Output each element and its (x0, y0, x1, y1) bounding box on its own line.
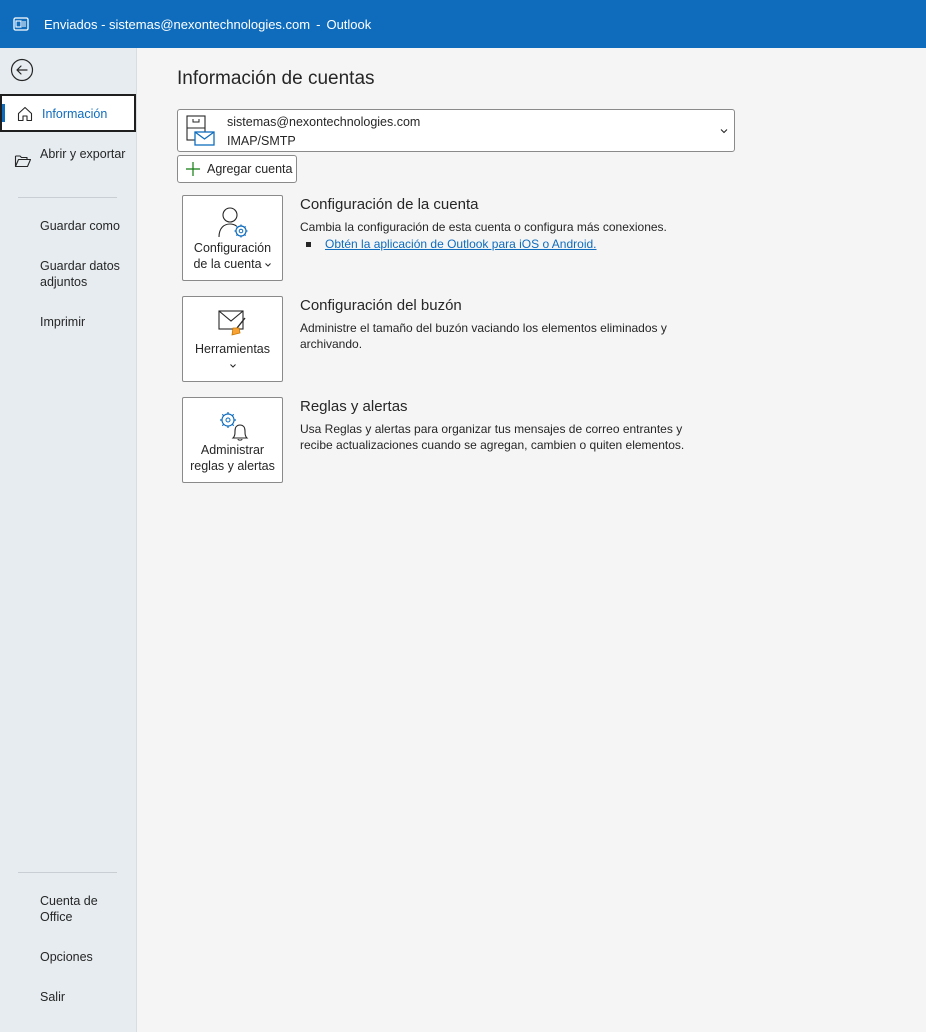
rules-alerts-icon (220, 412, 249, 441)
outlook-icon (13, 16, 29, 32)
tile-label: Herramientas (183, 341, 282, 373)
section-description: Cambia la configuración de esta cuenta o… (300, 220, 667, 234)
sidebar-item-label: Abrir y exportar (40, 147, 126, 161)
sidebar-item-salir[interactable]: Salir (0, 989, 136, 1005)
user-settings-icon (218, 207, 248, 238)
window-title: Enviados - sistemas@nexontechnologies.co… (44, 17, 371, 32)
section-title: Configuración del buzón (300, 297, 462, 314)
account-settings-button[interactable]: Configuración de la cuenta (182, 195, 283, 281)
sidebar-divider (18, 872, 117, 873)
home-icon (17, 106, 33, 122)
sidebar-item-cuenta-office[interactable]: Cuenta de Office (0, 893, 136, 925)
sidebar-item-opciones[interactable]: Opciones (0, 949, 136, 965)
back-button[interactable] (10, 58, 34, 82)
sidebar-item-imprimir[interactable]: Imprimir (0, 314, 136, 330)
account-type: IMAP/SMTP (227, 134, 296, 148)
tile-label-line1: Administrar (200, 443, 265, 457)
sidebar-item-abrir-exportar[interactable]: Abrir y exportar (0, 146, 136, 180)
sidebar-item-label: Guardar como (40, 219, 120, 233)
tile-label-line1: Herramientas (194, 342, 271, 356)
section-bullet: Obtén la aplicación de Outlook para iOS … (306, 237, 597, 251)
tile-label-line2: reglas y alertas (190, 459, 275, 473)
window-app-name: Outlook (326, 16, 372, 32)
main-content: Información de cuentas sistemas@nexontec… (137, 48, 926, 1032)
page-title: Información de cuentas (177, 68, 375, 89)
sidebar-item-guardar-como[interactable]: Guardar como (0, 218, 136, 234)
window-title-text: Enviados - sistemas@nexontechnologies.co… (44, 16, 311, 32)
title-bar: Enviados - sistemas@nexontechnologies.co… (0, 0, 926, 48)
tile-label: Administrar reglas y alertas (183, 442, 282, 474)
sidebar-divider (18, 197, 117, 198)
manage-rules-button[interactable]: Administrar reglas y alertas (182, 397, 283, 483)
tile-label-line1: Configuración (193, 241, 272, 255)
chevron-down-icon (264, 262, 271, 267)
tile-label: Configuración de la cuenta (183, 240, 282, 272)
bullet-square-icon (306, 241, 311, 247)
tools-button[interactable]: Herramientas (182, 296, 283, 382)
back-arrow-icon (10, 58, 34, 82)
sidebar-item-label: Información (42, 107, 108, 121)
mail-account-icon (186, 115, 215, 146)
sidebar-item-label: Imprimir (40, 315, 86, 329)
add-account-label: Agregar cuenta (207, 162, 293, 176)
mailbox-cleanup-icon (218, 310, 246, 336)
section-title: Reglas y alertas (300, 398, 408, 415)
outlook-mobile-link[interactable]: Obtén la aplicación de Outlook para iOS … (325, 237, 597, 251)
account-selector[interactable]: sistemas@nexontechnologies.com IMAP/SMTP (177, 109, 735, 152)
tile-label-line2: de la cuenta (193, 257, 262, 271)
section-description: Usa Reglas y alertas para organizar tus … (300, 422, 685, 452)
sidebar-item-label: Opciones (40, 950, 93, 964)
sidebar-item-label: Guardar datos adjuntos (40, 259, 120, 289)
section-title: Configuración de la cuenta (300, 196, 479, 213)
chevron-down-icon (229, 363, 236, 368)
add-account-button[interactable]: Agregar cuenta (177, 155, 297, 183)
sidebar-item-label: Cuenta de Office (40, 894, 98, 924)
sidebar-item-label: Salir (40, 990, 66, 1004)
backstage-sidebar: Información Abrir y exportar Guardar com… (0, 48, 137, 1032)
chevron-down-icon (720, 129, 728, 134)
account-email: sistemas@nexontechnologies.com (227, 115, 421, 129)
window-title-separator: - (316, 16, 321, 32)
sidebar-item-guardar-adjuntos[interactable]: Guardar datos adjuntos (0, 258, 136, 290)
folder-open-icon (14, 155, 32, 168)
sidebar-item-informacion[interactable]: Información (0, 94, 136, 132)
section-description: Administre el tamaño del buzón vaciando … (300, 321, 667, 351)
plus-icon (186, 162, 200, 176)
